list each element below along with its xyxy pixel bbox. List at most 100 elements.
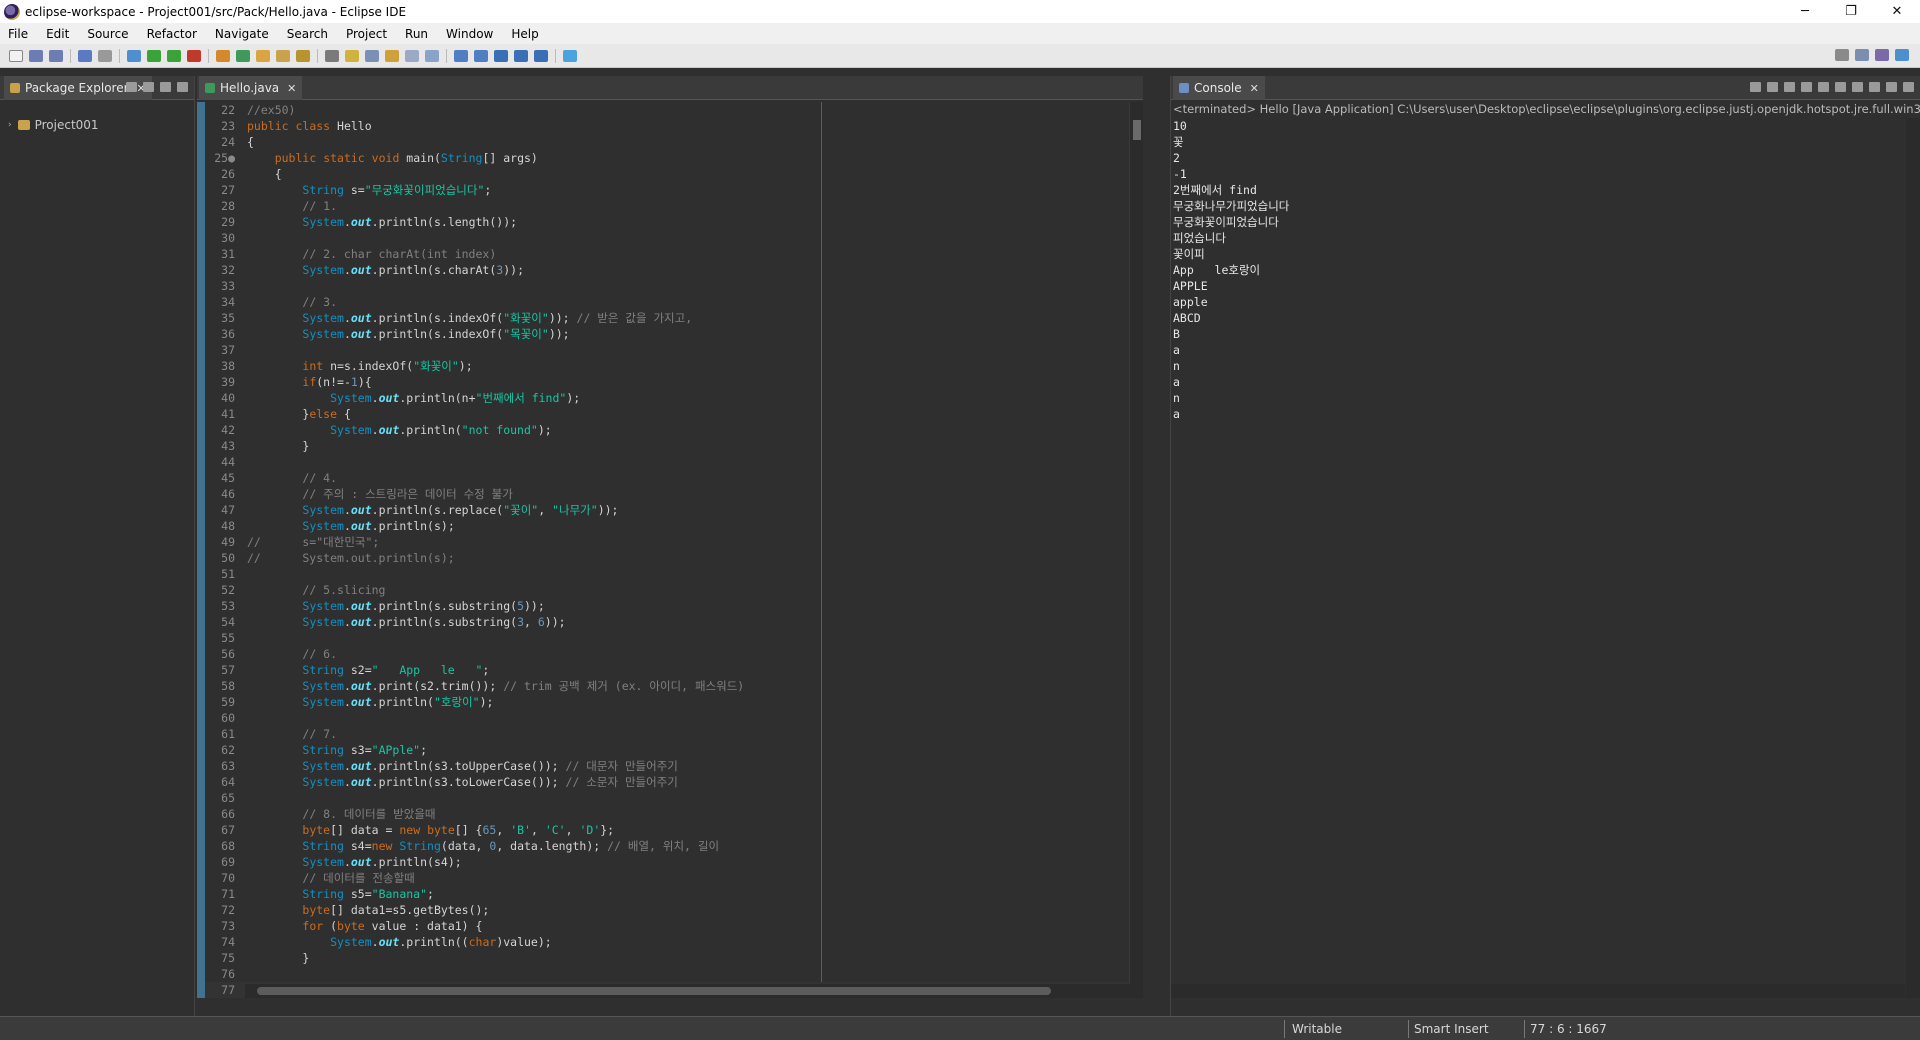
link-with-editor-icon[interactable] (143, 82, 154, 92)
code-line[interactable]: 35 System.out.println(s.indexOf("화꽃이"));… (205, 310, 1135, 326)
debug-perspective-icon[interactable] (1895, 49, 1909, 61)
console-vertical-scrollbar[interactable] (1906, 118, 1920, 998)
code-line[interactable]: 60 (205, 710, 1135, 726)
scroll-thumb[interactable] (1133, 120, 1141, 140)
new-java-project-icon[interactable] (216, 49, 230, 62)
code-line[interactable]: 54 System.out.println(s.substring(3, 6))… (205, 614, 1135, 630)
terminal-icon[interactable] (78, 49, 92, 62)
code-line[interactable]: 31 // 2. char charAt(int index) (205, 246, 1135, 262)
pilcrow-icon[interactable] (425, 49, 439, 62)
code-line[interactable]: 57 String s2=" App le "; (205, 662, 1135, 678)
status-insert-mode[interactable]: Smart Insert (1414, 1022, 1489, 1036)
console-horizontal-scrollbar[interactable] (1171, 984, 1905, 998)
menu-file[interactable]: File (0, 27, 38, 41)
code-line[interactable]: 36 System.out.println(s.indexOf("목꽃이")); (205, 326, 1135, 342)
code-line[interactable]: 30 (205, 230, 1135, 246)
menu-run[interactable]: Run (397, 27, 438, 41)
code-line[interactable]: 25● public static void main(String[] arg… (205, 150, 1135, 166)
new-class-icon[interactable] (236, 49, 250, 62)
console-output[interactable]: 10 꽃 2 -1 2번째에서 find 무궁화나무가피었습니다 무궁화꽃이피었습니다 피었습… (1173, 118, 1903, 422)
view-menu-icon[interactable] (1903, 82, 1914, 92)
code-line[interactable]: 32 System.out.println(s.charAt(3)); (205, 262, 1135, 278)
code-line[interactable]: 75 } (205, 950, 1135, 966)
remove-all-icon[interactable] (1784, 82, 1795, 92)
code-line[interactable]: 41 }else { (205, 406, 1135, 422)
tree-item-project001[interactable]: › Project001 (8, 118, 99, 132)
view-menu-icon[interactable] (177, 82, 188, 92)
minimize-button[interactable]: ─ (1782, 0, 1828, 23)
code-line[interactable]: 66 // 8. 데이터를 받았을때 (205, 806, 1135, 822)
code-line[interactable]: 61 // 7. (205, 726, 1135, 742)
code-line[interactable]: 70 // 데이터를 전송할때 (205, 870, 1135, 886)
remove-launch-icon[interactable] (1767, 82, 1778, 92)
code-line[interactable]: 37 (205, 342, 1135, 358)
code-line[interactable]: 22 //ex50) (205, 102, 1135, 118)
code-line[interactable]: 45 // 4. (205, 470, 1135, 486)
open-type-icon[interactable] (256, 49, 270, 62)
code-line[interactable]: 24 { (205, 134, 1135, 150)
save-icon[interactable] (29, 49, 43, 62)
code-line[interactable]: 50 // System.out.println(s); (205, 550, 1135, 566)
code-line[interactable]: 39 if(n!=-1){ (205, 374, 1135, 390)
open-perspective-icon[interactable] (1855, 49, 1869, 61)
code-line[interactable]: 76 (205, 966, 1135, 982)
code-line[interactable]: 64 System.out.println(s3.toLowerCase());… (205, 774, 1135, 790)
code-line[interactable]: 43 } (205, 438, 1135, 454)
code-line[interactable]: 29 System.out.println(s.length()); (205, 214, 1135, 230)
scroll-lock-icon[interactable] (1818, 82, 1829, 92)
code-line[interactable]: 33 (205, 278, 1135, 294)
code-line[interactable]: 67 byte[] data = new byte[] {65, 'B', 'C… (205, 822, 1135, 838)
code-line[interactable]: 68 String s4=new String(data, 0, data.le… (205, 838, 1135, 854)
code-line[interactable]: 52 // 5.slicing (205, 582, 1135, 598)
code-line[interactable]: 55 (205, 630, 1135, 646)
code-line[interactable]: 34 // 3. (205, 294, 1135, 310)
terminate-icon[interactable] (1750, 82, 1761, 92)
java-perspective-icon[interactable] (1875, 49, 1889, 61)
editor-horizontal-scrollbar[interactable] (245, 984, 1135, 998)
menu-window[interactable]: Window (438, 27, 503, 41)
whitespace-icon[interactable] (405, 49, 419, 62)
code-line[interactable]: 72 byte[] data1=s5.getBytes(); (205, 902, 1135, 918)
code-line[interactable]: 42 System.out.println("not found"); (205, 422, 1135, 438)
block-selection-icon[interactable] (365, 49, 379, 62)
search-tool-icon[interactable] (325, 49, 339, 62)
save-all-icon[interactable] (49, 49, 63, 62)
coverage-icon[interactable] (167, 49, 181, 62)
debug-icon[interactable] (127, 49, 141, 62)
prev-annotation-icon[interactable] (474, 49, 488, 62)
code-line[interactable]: 53 System.out.println(s.substring(5)); (205, 598, 1135, 614)
code-line[interactable]: 73 for (byte value : data1) { (205, 918, 1135, 934)
menu-source[interactable]: Source (79, 27, 138, 41)
back-icon[interactable] (494, 49, 508, 62)
close-icon[interactable]: ✕ (1250, 82, 1259, 95)
restore-button[interactable]: ❐ (1828, 0, 1874, 23)
word-wrap-icon[interactable] (1835, 82, 1846, 92)
menu-search[interactable]: Search (279, 27, 338, 41)
code-line[interactable]: 28 // 1. (205, 198, 1135, 214)
menu-help[interactable]: Help (503, 27, 548, 41)
code-line[interactable]: 62 String s3="APple"; (205, 742, 1135, 758)
open-folder-icon[interactable] (276, 49, 290, 62)
code-line[interactable]: 69 System.out.println(s4); (205, 854, 1135, 870)
tab-hello-java[interactable]: Hello.java ✕ (199, 76, 303, 100)
highlight-icon[interactable] (345, 49, 359, 62)
skip-breakpoints-icon[interactable] (98, 49, 112, 62)
close-icon[interactable]: ✕ (287, 82, 296, 95)
mark-occurrences-icon[interactable] (385, 49, 399, 62)
code-line[interactable]: 63 System.out.println(s3.toUpperCase());… (205, 758, 1135, 774)
forward-icon[interactable] (514, 49, 528, 62)
focus-icon[interactable] (160, 82, 171, 92)
code-line[interactable]: 56 // 6. (205, 646, 1135, 662)
collapse-all-icon[interactable] (126, 82, 137, 92)
editor-vertical-scrollbar[interactable] (1129, 102, 1143, 998)
clear-console-icon[interactable] (1801, 82, 1812, 92)
pin-console-icon[interactable] (1852, 82, 1863, 92)
code-line[interactable]: 59 System.out.println("호랑이"); (205, 694, 1135, 710)
open-console-icon[interactable] (1886, 82, 1897, 92)
close-window-button[interactable]: ✕ (1874, 0, 1920, 23)
menu-project[interactable]: Project (338, 27, 397, 41)
scroll-thumb[interactable] (257, 987, 1051, 995)
code-line[interactable]: 44 (205, 454, 1135, 470)
last-edit-icon[interactable] (534, 49, 548, 62)
code-line[interactable]: 48 System.out.println(s); (205, 518, 1135, 534)
